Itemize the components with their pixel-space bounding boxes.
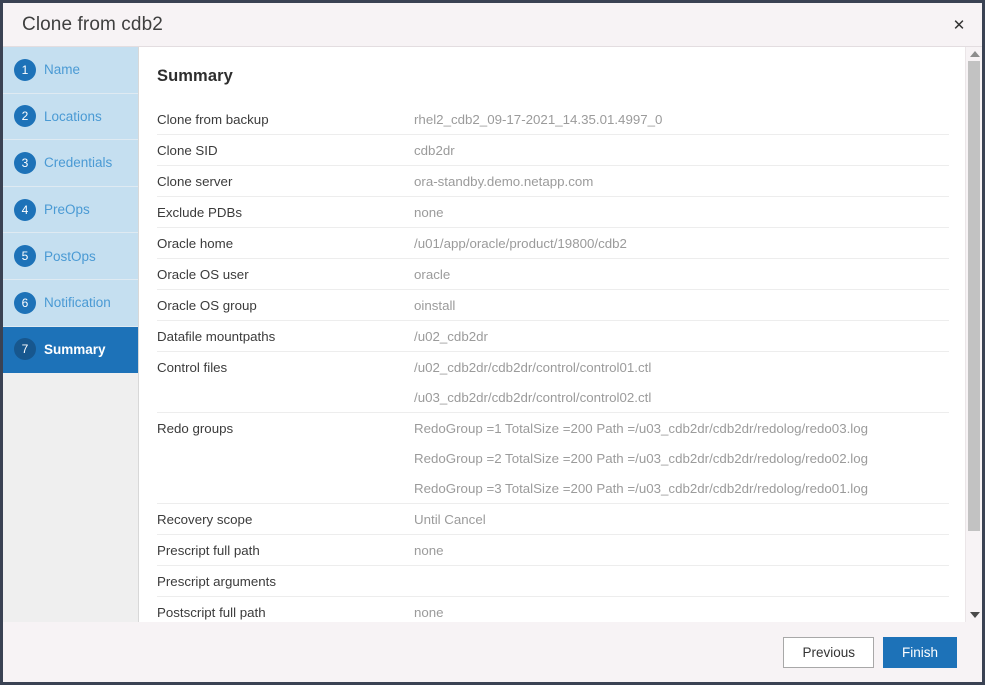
row-value-line: oinstall [414, 296, 455, 315]
sidebar-item-label: Notification [44, 295, 111, 310]
table-row: Clone SIDcdb2dr [157, 135, 949, 166]
row-value: oracle [414, 265, 450, 284]
sidebar-item-preops[interactable]: 4 PreOps [3, 187, 138, 234]
table-row: Clone from backuprhel2_cdb2_09-17-2021_1… [157, 104, 949, 135]
row-value: Until Cancel [414, 510, 486, 529]
row-value: oinstall [414, 296, 455, 315]
step-number-badge: 6 [14, 292, 36, 314]
step-number-badge: 1 [14, 59, 36, 81]
row-value-line: RedoGroup =1 TotalSize =200 Path =/u03_c… [414, 419, 868, 438]
row-label: Postscript full path [157, 603, 414, 622]
chevron-up-icon[interactable] [966, 47, 982, 61]
row-value: /u01/app/oracle/product/19800/cdb2 [414, 234, 627, 253]
row-label: Oracle home [157, 234, 414, 253]
table-row: Datafile mountpaths/u02_cdb2dr [157, 321, 949, 352]
row-value-line: /u01/app/oracle/product/19800/cdb2 [414, 234, 627, 253]
dialog-body: 1 Name 2 Locations 3 Credentials 4 PreOp… [3, 46, 982, 622]
step-number-badge: 2 [14, 105, 36, 127]
row-label: Exclude PDBs [157, 203, 414, 222]
row-label: Oracle OS group [157, 296, 414, 315]
table-row: Prescript arguments [157, 566, 949, 597]
row-value: none [414, 203, 444, 222]
step-number-badge: 5 [14, 245, 36, 267]
table-row: Prescript full pathnone [157, 535, 949, 566]
sidebar-item-credentials[interactable]: 3 Credentials [3, 140, 138, 187]
clone-wizard-dialog: Clone from cdb2 ✕ 1 Name 2 Locations 3 C… [3, 3, 982, 682]
table-row: Oracle home/u01/app/oracle/product/19800… [157, 228, 949, 259]
row-value-line: /u03_cdb2dr/cdb2dr/control/control02.ctl [414, 388, 651, 407]
chevron-down-icon[interactable] [966, 608, 982, 622]
table-row: Redo groupsRedoGroup =1 TotalSize =200 P… [157, 413, 949, 504]
previous-button[interactable]: Previous [783, 637, 874, 668]
row-value-line: cdb2dr [414, 141, 455, 160]
sidebar-item-label: PostOps [44, 249, 96, 264]
content-scrollbar[interactable] [965, 47, 982, 622]
row-label: Prescript full path [157, 541, 414, 560]
scrollbar-track[interactable] [968, 61, 980, 608]
row-value-line: /u02_cdb2dr/cdb2dr/control/control01.ctl [414, 358, 651, 377]
row-value-line: oracle [414, 265, 450, 284]
table-row: Oracle OS groupoinstall [157, 290, 949, 321]
table-row: Postscript full pathnone [157, 597, 949, 622]
sidebar-item-label: Summary [44, 342, 106, 357]
sidebar-item-label: Locations [44, 109, 102, 124]
row-value-line: rhel2_cdb2_09-17-2021_14.35.01.4997_0 [414, 110, 662, 129]
sidebar-item-label: Name [44, 62, 80, 77]
row-label: Datafile mountpaths [157, 327, 414, 346]
row-value: cdb2dr [414, 141, 455, 160]
row-value: RedoGroup =1 TotalSize =200 Path =/u03_c… [414, 419, 868, 498]
sidebar-item-label: PreOps [44, 202, 90, 217]
summary-content: Summary Clone from backuprhel2_cdb2_09-1… [139, 47, 964, 622]
row-value-line: RedoGroup =3 TotalSize =200 Path =/u03_c… [414, 479, 868, 498]
sidebar-item-name[interactable]: 1 Name [3, 47, 138, 94]
row-value: rhel2_cdb2_09-17-2021_14.35.01.4997_0 [414, 110, 662, 129]
row-value: ora-standby.demo.netapp.com [414, 172, 593, 191]
close-icon[interactable]: ✕ [948, 14, 970, 36]
table-row: Exclude PDBsnone [157, 197, 949, 228]
wizard-step-sidebar: 1 Name 2 Locations 3 Credentials 4 PreOp… [3, 47, 139, 622]
table-row: Clone serverora-standby.demo.netapp.com [157, 166, 949, 197]
row-value-line: Until Cancel [414, 510, 486, 529]
row-label: Redo groups [157, 419, 414, 438]
row-label: Oracle OS user [157, 265, 414, 284]
row-label: Clone from backup [157, 110, 414, 129]
row-value: none [414, 603, 444, 622]
sidebar-item-notification[interactable]: 6 Notification [3, 280, 138, 327]
step-number-badge: 7 [14, 338, 36, 360]
dialog-title: Clone from cdb2 [3, 14, 163, 36]
sidebar-item-locations[interactable]: 2 Locations [3, 94, 138, 141]
sidebar-item-postops[interactable]: 5 PostOps [3, 233, 138, 280]
row-value-line: none [414, 541, 444, 560]
page-title: Summary [157, 67, 964, 86]
table-row: Control files/u02_cdb2dr/cdb2dr/control/… [157, 352, 949, 413]
sidebar-item-summary[interactable]: 7 Summary [3, 327, 138, 374]
row-value: /u02_cdb2dr/cdb2dr/control/control01.ctl… [414, 358, 651, 407]
row-value-line: none [414, 603, 444, 622]
dialog-titlebar: Clone from cdb2 ✕ [3, 3, 982, 46]
table-row: Oracle OS useroracle [157, 259, 949, 290]
step-number-badge: 3 [14, 152, 36, 174]
scrollbar-thumb[interactable] [968, 61, 980, 531]
row-value-line: ora-standby.demo.netapp.com [414, 172, 593, 191]
row-label: Recovery scope [157, 510, 414, 529]
table-row: Recovery scopeUntil Cancel [157, 504, 949, 535]
row-value-line: none [414, 203, 444, 222]
row-label: Control files [157, 358, 414, 377]
dialog-footer: Previous Finish [3, 622, 982, 682]
summary-table: Clone from backuprhel2_cdb2_09-17-2021_1… [157, 104, 949, 622]
step-number-badge: 4 [14, 199, 36, 221]
sidebar-item-label: Credentials [44, 155, 112, 170]
summary-panel: Summary Clone from backuprhel2_cdb2_09-1… [139, 47, 982, 622]
row-label: Prescript arguments [157, 572, 414, 591]
finish-button[interactable]: Finish [883, 637, 957, 668]
row-value: none [414, 541, 444, 560]
row-value-line: RedoGroup =2 TotalSize =200 Path =/u03_c… [414, 449, 868, 468]
row-value-line: /u02_cdb2dr [414, 327, 488, 346]
row-label: Clone SID [157, 141, 414, 160]
row-label: Clone server [157, 172, 414, 191]
row-value: /u02_cdb2dr [414, 327, 488, 346]
